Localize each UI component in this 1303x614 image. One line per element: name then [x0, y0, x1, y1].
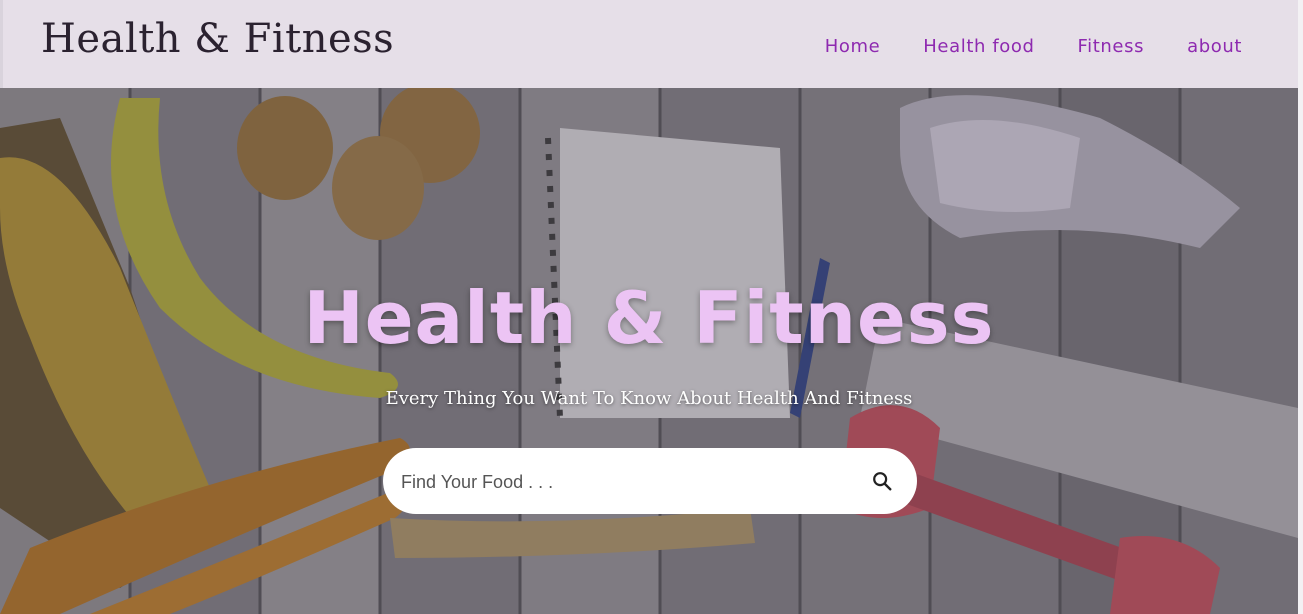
site-logo-text[interactable]: Health & Fitness: [41, 16, 394, 62]
nav-link-about[interactable]: about: [1187, 36, 1242, 57]
food-search-bar: [383, 448, 917, 516]
hero-title: Health & Fitness: [303, 276, 995, 361]
hero-section: Health & Fitness Every Thing You Want To…: [0, 88, 1298, 614]
nav-link-health-food[interactable]: Health food: [923, 36, 1034, 57]
hero-subtitle: Every Thing You Want To Know About Healt…: [385, 388, 913, 409]
main-nav: Home Health food Fitness about: [825, 36, 1242, 57]
food-search-input[interactable]: [399, 448, 843, 516]
search-icon: [873, 472, 892, 491]
window-scrollbar-gutter: [1298, 0, 1303, 614]
page: Health & Fitness Home Health food Fitnes…: [0, 0, 1303, 614]
nav-link-home[interactable]: Home: [825, 36, 881, 57]
nav-link-fitness[interactable]: Fitness: [1078, 36, 1145, 57]
navbar: Health & Fitness Home Health food Fitnes…: [0, 0, 1298, 88]
search-button[interactable]: [867, 466, 897, 496]
